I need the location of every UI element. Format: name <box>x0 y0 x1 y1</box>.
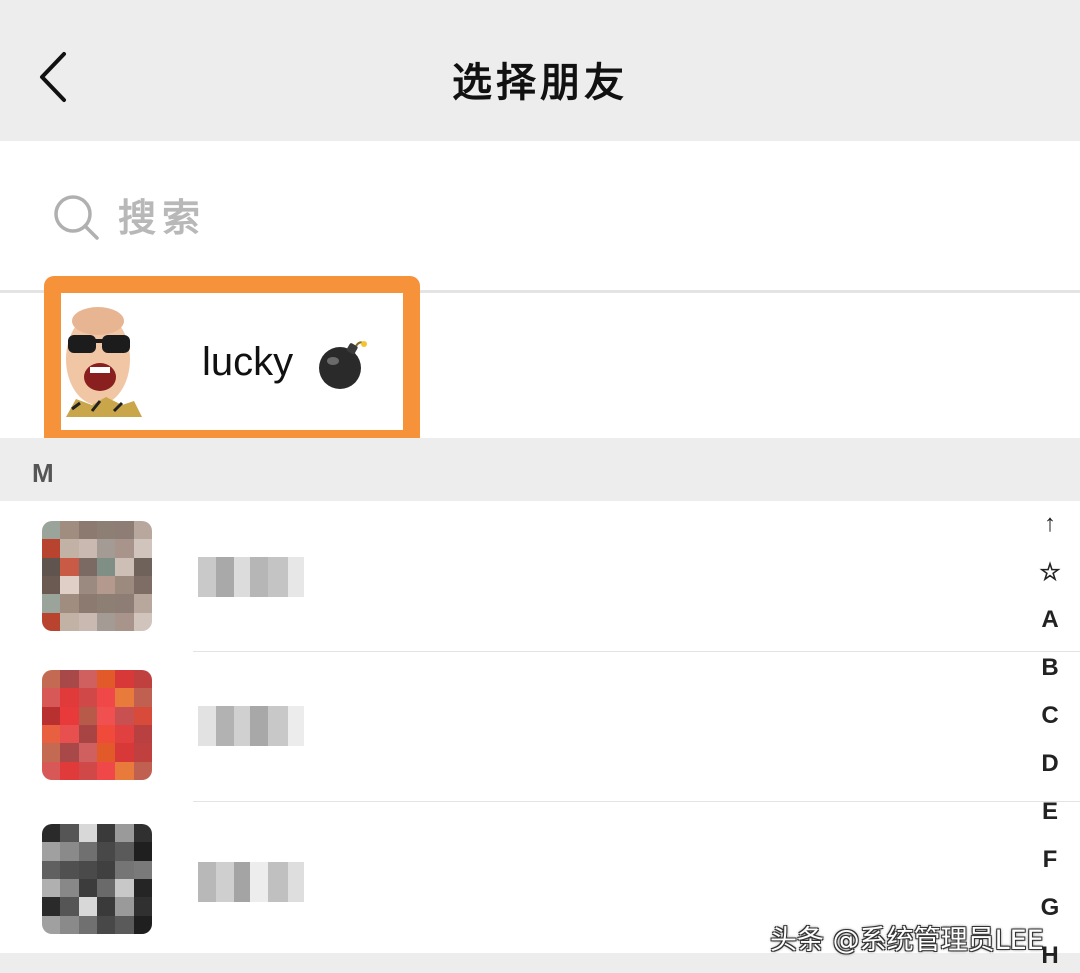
section-header <box>0 438 1080 501</box>
alphabet-index-bar[interactable]: ↑ ☆ A B C D E F G H <box>1025 510 1075 973</box>
index-item[interactable]: B <box>1025 654 1075 682</box>
index-item[interactable]: A <box>1025 606 1075 634</box>
page-title: 选择朋友 <box>452 59 628 106</box>
contact-row[interactable] <box>0 652 1020 803</box>
avatar <box>42 521 152 631</box>
search-input[interactable] <box>118 190 818 244</box>
contact-row[interactable] <box>0 501 1020 652</box>
index-item[interactable]: C <box>1025 702 1075 730</box>
search-icon <box>54 195 99 240</box>
watermark: 头条 @系统管理员LEE <box>770 925 1044 956</box>
avatar <box>42 824 152 934</box>
section-letter: M <box>32 458 54 488</box>
avatar <box>62 297 146 417</box>
contact-name-pixelated <box>198 557 308 597</box>
index-item[interactable]: D <box>1025 750 1075 778</box>
index-item[interactable]: ↑ <box>1025 510 1075 538</box>
avatar <box>42 670 152 780</box>
selected-friend-name: lucky <box>202 340 294 384</box>
index-item[interactable]: F <box>1025 846 1075 874</box>
bomb-icon <box>319 341 367 389</box>
contact-name-pixelated <box>198 706 308 746</box>
index-item[interactable]: E <box>1025 798 1075 826</box>
nav-header: 选择朋友 <box>0 0 1080 141</box>
index-item[interactable]: ☆ <box>1025 558 1075 587</box>
contact-name-pixelated <box>198 862 308 902</box>
